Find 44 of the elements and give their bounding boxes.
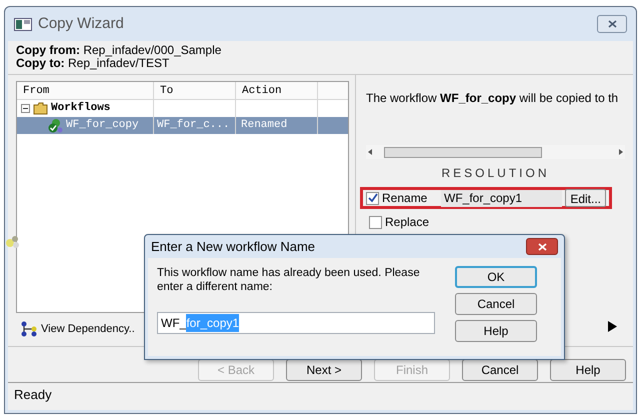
section-title: RESOLUTION — [441, 165, 550, 182]
scroll-right-icon[interactable] — [617, 148, 625, 156]
window-icon — [14, 18, 32, 30]
scroll-thumb[interactable] — [384, 146, 542, 158]
connector-icon — [5, 235, 21, 249]
checkbox[interactable] — [369, 216, 382, 228]
dialog-button[interactable]: Cancel — [455, 293, 537, 315]
column-header[interactable]: Action — [236, 82, 318, 99]
column-header[interactable]: From — [17, 82, 154, 99]
view-dependency-link[interactable]: View Dependency.. — [41, 321, 135, 338]
dialog-button[interactable]: Help — [455, 320, 537, 342]
wizard-button[interactable]: Next > — [286, 359, 362, 381]
scroll-left-icon[interactable] — [366, 148, 374, 156]
column-header[interactable]: To — [154, 82, 236, 99]
option-label: Rename — [382, 190, 428, 207]
tree-item[interactable]: Workflows — [51, 100, 110, 117]
tree-cell-text: WF_for_copy — [66, 118, 139, 134]
dialog-message: This workflow name has already been used. Please enter a different name: — [157, 266, 421, 294]
name-input-field[interactable]: WF_for_copy1 — [157, 312, 435, 334]
option-label: Replace — [385, 214, 430, 231]
folder-icon — [33, 102, 48, 115]
horizontal-scrollbar[interactable] — [366, 145, 625, 159]
copy-to-text: Copy to: Rep_infadev/TEST — [16, 57, 170, 70]
edit-button[interactable]: Edit... — [565, 189, 606, 207]
checkbox[interactable] — [366, 192, 379, 204]
description-text: The workflow WF_for_copy will be copied to th — [366, 90, 620, 107]
status-text: Ready — [14, 386, 52, 404]
tree-cell: WF_for_c... — [154, 117, 236, 134]
wizard-button[interactable]: Help — [550, 359, 626, 381]
window-title: Copy Wizard — [38, 14, 124, 34]
name-field: WF_for_copy1 — [441, 190, 562, 206]
dialog-title: Enter a New workflow Name — [151, 238, 315, 256]
dependency-icon — [20, 321, 38, 338]
collapse-toggle[interactable] — [21, 104, 30, 113]
play-icon — [608, 321, 617, 332]
wizard-button[interactable]: Cancel — [462, 359, 538, 381]
copy-from-text: Copy from: Rep_infadev/000_Sample — [16, 44, 222, 57]
close-button[interactable] — [526, 238, 558, 255]
close-button[interactable] — [597, 15, 627, 33]
dialog-button[interactable]: OK — [455, 266, 537, 288]
close-icon — [538, 242, 546, 250]
workflow-icon — [47, 118, 63, 133]
tree-cell: Renamed — [236, 117, 318, 134]
close-icon — [608, 20, 616, 28]
